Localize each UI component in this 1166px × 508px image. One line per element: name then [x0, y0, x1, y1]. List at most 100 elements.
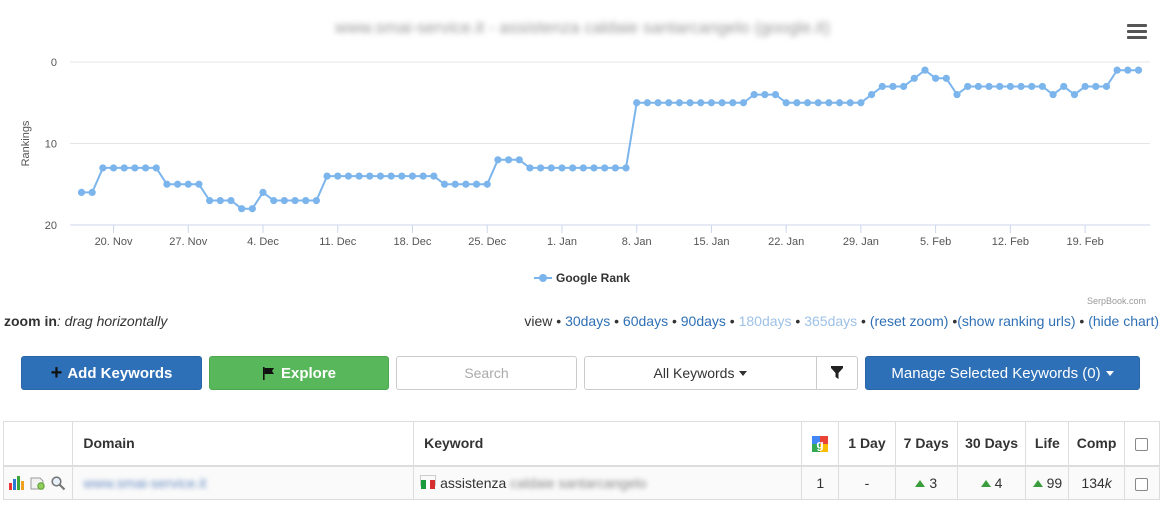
view-90days-link[interactable]: 90days	[681, 313, 726, 329]
x-tick-label: 15. Jan	[693, 236, 729, 248]
google-rank-header[interactable]: g	[801, 421, 840, 467]
caret-down-icon	[739, 370, 748, 376]
data-point	[878, 82, 886, 91]
domain-text[interactable]: www.smai-service.it	[83, 475, 206, 491]
reset-zoom-link[interactable]: (reset zoom)	[870, 313, 949, 329]
data-point	[88, 188, 96, 196]
google-icon: g	[812, 435, 829, 452]
explore-button[interactable]: Explore	[209, 356, 389, 390]
x-tick-label: 18. Dec	[394, 236, 432, 248]
data-point	[569, 164, 577, 172]
data-point	[996, 82, 1004, 91]
comp-header[interactable]: Comp	[1068, 421, 1125, 467]
data-point	[120, 164, 128, 172]
data-point	[1006, 82, 1014, 91]
data-point	[227, 196, 235, 205]
dropdown-label: All Keywords	[653, 365, 735, 381]
data-point	[472, 180, 481, 188]
table-row: www.smai-service.it assistenza caldaie s…	[2, 465, 1161, 500]
manage-label: Manage Selected Keywords (0)	[891, 364, 1101, 382]
data-point	[654, 99, 662, 107]
filter-icon	[831, 366, 843, 379]
data-point	[355, 172, 363, 180]
data-point	[494, 156, 502, 164]
plus-icon: +	[50, 362, 63, 384]
add-keywords-button[interactable]: + Add Keywords	[21, 356, 202, 390]
manage-selected-keywords-button[interactable]: Manage Selected Keywords (0)	[865, 356, 1140, 390]
data-point	[408, 172, 417, 180]
data-point	[590, 164, 598, 172]
seven-days-value: 3	[929, 474, 938, 491]
chart-credits[interactable]: SerpBook.com	[1087, 296, 1146, 306]
data-point	[526, 164, 534, 172]
one-day-header[interactable]: 1 Day	[838, 421, 896, 467]
data-point	[942, 74, 950, 82]
data-point	[739, 99, 748, 107]
life-value: 99	[1046, 474, 1063, 491]
data-point	[782, 99, 790, 107]
data-point	[302, 196, 310, 205]
data-point	[1038, 82, 1047, 91]
x-tick-label: 8. Jan	[622, 236, 652, 248]
legend-label[interactable]: Google Rank	[556, 271, 630, 285]
rankings-chart[interactable]: 0 10 20 Rankings 20. Nov 27. Nov 4. Dec 11. Dec…	[0, 0, 1166, 300]
hide-chart-link[interactable]: (hide chart)	[1088, 313, 1159, 329]
data-point	[451, 180, 459, 188]
seven-days-header[interactable]: 7 Days	[894, 421, 958, 467]
domain-header[interactable]: Domain	[72, 421, 415, 467]
data-point	[387, 172, 395, 180]
data-point	[835, 99, 844, 107]
data-point	[216, 196, 224, 205]
keyword-header[interactable]: Keyword	[413, 421, 803, 467]
x-tick-label: 11. Dec	[319, 236, 357, 248]
data-point	[1102, 82, 1111, 91]
data-point	[675, 99, 683, 107]
caret-down-icon	[1105, 370, 1114, 376]
x-tick-label: 20. Nov	[95, 236, 133, 248]
data-point	[750, 91, 758, 99]
data-point	[867, 91, 876, 99]
data-point	[1124, 66, 1132, 74]
data-point	[419, 172, 427, 180]
life-header[interactable]: Life	[1025, 421, 1070, 467]
data-point	[366, 172, 374, 180]
show-ranking-urls-link[interactable]: (show ranking urls)	[957, 313, 1075, 329]
thirty-days-header[interactable]: 30 Days	[956, 421, 1027, 467]
bar-chart-icon[interactable]	[8, 475, 25, 491]
data-point	[206, 196, 214, 205]
one-day-cell: -	[838, 465, 896, 500]
series-line-google-rank	[81, 68, 1139, 210]
add-keywords-label: Add Keywords	[67, 364, 173, 382]
data-point	[1017, 82, 1025, 91]
data-point	[270, 196, 278, 205]
data-point	[344, 172, 353, 180]
view-30days-link[interactable]: 30days	[565, 313, 610, 329]
life-cell: 99	[1025, 465, 1070, 500]
data-point	[184, 180, 192, 188]
data-point	[547, 164, 555, 172]
select-all-checkbox[interactable]	[1135, 438, 1149, 452]
search-input[interactable]	[396, 356, 577, 390]
data-point	[1070, 91, 1079, 99]
x-tick-label: 5. Feb	[920, 236, 951, 248]
data-point	[1049, 91, 1057, 99]
filter-button[interactable]	[816, 356, 858, 390]
domain-cell[interactable]: www.smai-service.it	[72, 465, 415, 500]
keywords-filter-dropdown[interactable]: All Keywords	[584, 356, 817, 390]
data-point	[921, 66, 929, 74]
x-tick-label: 25. Dec	[468, 236, 506, 248]
x-tick-label: 1. Jan	[547, 236, 577, 248]
data-point	[1113, 66, 1121, 74]
y-tick-label: 0	[51, 57, 57, 69]
data-point	[985, 82, 993, 91]
view-60days-link[interactable]: 60days	[623, 313, 668, 329]
data-point	[376, 172, 385, 180]
magnifier-icon[interactable]	[50, 475, 66, 491]
row-checkbox[interactable]	[1135, 477, 1149, 491]
comp-value: 134	[1081, 474, 1105, 491]
data-point	[173, 180, 182, 188]
note-icon[interactable]	[29, 475, 46, 491]
data-point	[643, 99, 651, 107]
zoom-hint-bold: zoom in	[4, 313, 57, 329]
data-point	[323, 172, 331, 180]
